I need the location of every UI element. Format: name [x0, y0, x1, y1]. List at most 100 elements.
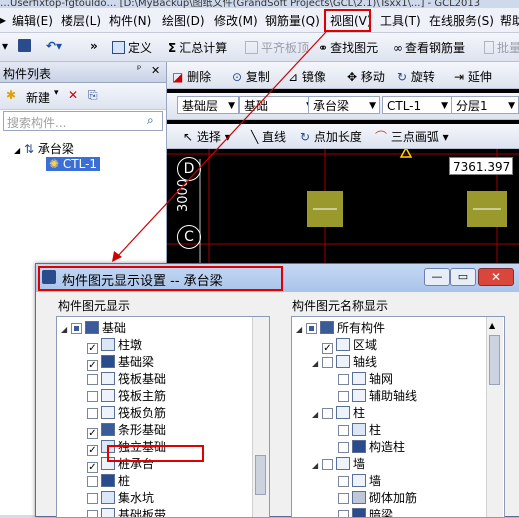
- checkbox[interactable]: [87, 374, 98, 385]
- component-icon: [101, 372, 115, 385]
- highlight-pile-cap: [107, 445, 204, 462]
- expand-icon[interactable]: ◢: [312, 457, 322, 474]
- left-tree-row[interactable]: 筏板负筋: [77, 405, 166, 422]
- checkbox[interactable]: [87, 493, 98, 504]
- expand-icon[interactable]: ◢: [296, 321, 306, 338]
- checkbox[interactable]: ✓: [87, 462, 98, 473]
- right-tree-label: 构造柱: [369, 440, 406, 454]
- right-tree-label: 所有构件: [337, 321, 386, 335]
- right-tree-row[interactable]: 暗梁: [328, 507, 394, 518]
- checkbox[interactable]: [338, 391, 349, 402]
- checkbox[interactable]: [87, 391, 98, 402]
- left-tree-label: 基础: [102, 321, 127, 335]
- component-icon: [352, 423, 366, 436]
- checkbox[interactable]: [338, 493, 349, 504]
- left-tree-row[interactable]: 集水坑: [77, 490, 154, 507]
- component-icon: [352, 372, 366, 385]
- checkbox[interactable]: [87, 510, 98, 517]
- right-tree-row[interactable]: ◢ 轴线: [312, 354, 377, 371]
- right-scrollbar[interactable]: ▲: [486, 317, 503, 517]
- right-tree-row[interactable]: ◢ 所有构件: [296, 320, 385, 337]
- component-icon: [101, 389, 115, 402]
- checkbox[interactable]: ✓: [322, 343, 333, 354]
- checkbox[interactable]: [87, 476, 98, 487]
- component-icon: [352, 474, 366, 487]
- component-icon: [352, 389, 366, 402]
- component-icon: [101, 491, 115, 504]
- checkbox[interactable]: [87, 408, 98, 419]
- component-icon: [101, 355, 115, 368]
- right-tree-row[interactable]: 墙: [328, 473, 381, 490]
- component-icon: [352, 440, 366, 453]
- right-tree-row[interactable]: ◢ 柱: [312, 405, 365, 422]
- right-tree-label: 暗梁: [369, 508, 394, 518]
- checkbox[interactable]: [338, 510, 349, 517]
- right-tree-label: 墙: [353, 457, 366, 471]
- element-display-dialog: 构件图元显示设置 -- 承台梁 — ▭ ✕ 构件图元显示 构件图元名称显示 ◢ 基…: [35, 263, 519, 518]
- checkbox[interactable]: ✓: [87, 343, 98, 354]
- checkbox[interactable]: [322, 459, 333, 470]
- left-tree-label: 筏板基础: [118, 372, 167, 386]
- left-tree-label: 桩: [118, 474, 131, 488]
- checkbox[interactable]: [322, 357, 333, 368]
- left-scroll-thumb[interactable]: [255, 455, 266, 495]
- left-tree-label: 柱墩: [118, 338, 143, 352]
- right-tree-row[interactable]: ✓ 区域: [312, 337, 377, 354]
- right-tree-row[interactable]: 轴网: [328, 371, 393, 388]
- component-icon: [352, 491, 366, 504]
- expand-icon[interactable]: ◢: [61, 321, 71, 338]
- left-group-header: 构件图元显示: [58, 299, 131, 313]
- left-tree-row[interactable]: 基础板带: [77, 507, 167, 518]
- expand-icon[interactable]: ◢: [312, 355, 322, 372]
- left-tree-label: 筏板负筋: [118, 406, 167, 420]
- expand-icon[interactable]: ◢: [312, 406, 322, 423]
- maximize-icon[interactable]: ▭: [450, 268, 476, 286]
- checkbox[interactable]: [338, 374, 349, 385]
- left-tree-label: 基础板带: [118, 508, 167, 518]
- scroll-up-icon[interactable]: ▲: [489, 321, 497, 330]
- right-tree-row[interactable]: 柱: [328, 422, 381, 439]
- component-icon: [101, 423, 115, 436]
- checkbox[interactable]: ✓: [87, 360, 98, 371]
- right-tree-row[interactable]: 辅助轴线: [328, 388, 417, 405]
- left-tree-label: 筏板主筋: [118, 389, 167, 403]
- checkbox[interactable]: ✓: [87, 428, 98, 439]
- right-tree-row[interactable]: 砌体加筋: [328, 490, 417, 507]
- arrow-to-dialog-line: [115, 31, 327, 259]
- left-tree-row[interactable]: 桩: [77, 473, 130, 490]
- minimize-icon[interactable]: —: [424, 268, 450, 286]
- right-tree-label: 柱: [369, 423, 382, 437]
- right-scroll-thumb[interactable]: [489, 335, 500, 385]
- right-tree-label: 柱: [353, 406, 366, 420]
- right-tree-row[interactable]: ◢ 墙: [312, 456, 365, 473]
- right-tree-label: 轴线: [353, 355, 378, 369]
- component-icon: [101, 508, 115, 517]
- checkbox[interactable]: [306, 323, 317, 334]
- component-icon: [85, 321, 99, 334]
- left-scrollbar[interactable]: [252, 317, 269, 517]
- right-tree: ◢ 所有构件 ✓ 区域 ◢ 轴线 轴网 辅助轴线 ◢ 柱柱构造柱 ◢ 墙墙砌体加筋 暗梁 ▲: [291, 316, 505, 518]
- left-tree-row[interactable]: ◢ 基础: [61, 320, 126, 337]
- checkbox[interactable]: [322, 408, 333, 419]
- component-icon: [336, 406, 350, 419]
- left-tree-row[interactable]: 筏板主筋: [77, 388, 166, 405]
- left-tree-row[interactable]: 筏板基础: [77, 371, 166, 388]
- left-tree-row[interactable]: ✓ 条形基础: [77, 422, 166, 439]
- checkbox[interactable]: [338, 425, 349, 436]
- right-tree-row[interactable]: 构造柱: [328, 439, 405, 456]
- checkbox[interactable]: [338, 476, 349, 487]
- checkbox[interactable]: ✓: [87, 445, 98, 456]
- right-tree-label: 区域: [353, 338, 378, 352]
- close-icon[interactable]: ✕: [478, 268, 514, 286]
- right-tree-label: 轴网: [369, 372, 394, 386]
- component-icon: [101, 474, 115, 487]
- checkbox[interactable]: [71, 323, 82, 334]
- highlight-dialog-title: [38, 266, 283, 291]
- left-tree-row[interactable]: ✓ 基础梁: [77, 354, 154, 371]
- left-tree-row[interactable]: ✓ 柱墩: [77, 337, 142, 354]
- component-icon: [336, 355, 350, 368]
- right-tree-label: 墙: [369, 474, 382, 488]
- left-tree: ◢ 基础 ✓ 柱墩 ✓ 基础梁 筏板基础 筏板主筋 筏板负筋 ✓ 条形基础 ✓ 独立基础 ✓ 桩承台桩集水坑…: [56, 316, 270, 518]
- checkbox[interactable]: [338, 442, 349, 453]
- component-icon: [320, 321, 334, 334]
